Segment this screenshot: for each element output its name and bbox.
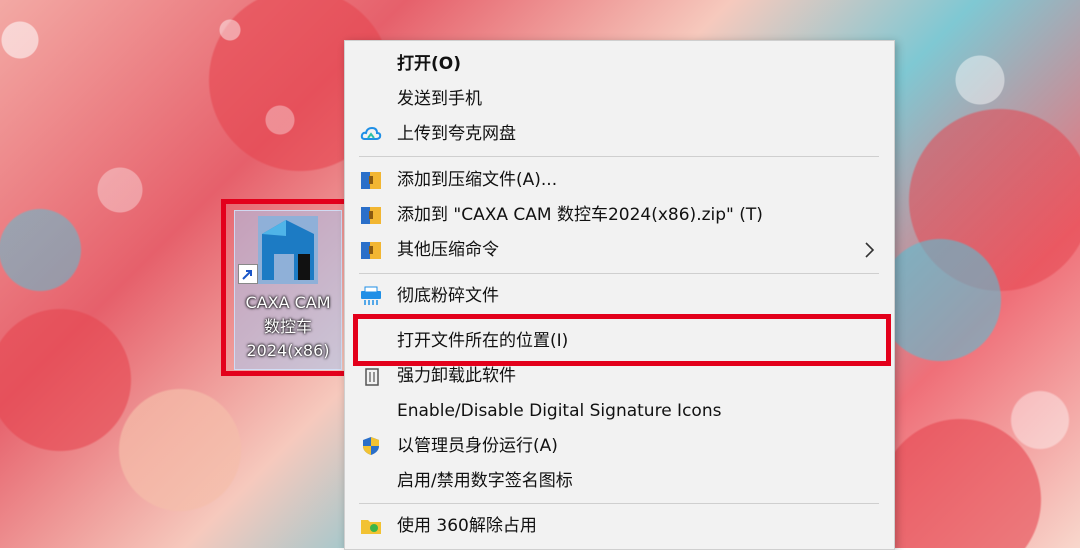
desktop-icon-label-line: 2024(x86)	[246, 341, 330, 360]
menu-separator	[359, 503, 879, 504]
menu-item-send-to-phone[interactable]: 发送到手机	[345, 84, 894, 114]
desktop-icon-label-line: CAXA CAM	[245, 293, 331, 312]
desktop-icon-label: CAXA CAM 数控车 2024(x86)	[235, 291, 341, 363]
menu-item-360-unlock[interactable]: 使用 360解除占用	[345, 511, 894, 541]
shield-icon	[363, 437, 379, 455]
menu-item-add-to-archive[interactable]: 添加到压缩文件(A)...	[345, 165, 894, 195]
menu-item-label: 使用 360解除占用	[397, 516, 537, 536]
shortcut-arrow-icon	[238, 264, 258, 284]
cloud-upload-icon	[360, 126, 382, 140]
menu-item-toggle-signature-icons[interactable]: 启用/禁用数字签名图标	[345, 466, 894, 496]
folder-360-icon	[361, 520, 381, 534]
menu-item-open[interactable]: 打开(O)	[345, 49, 894, 79]
menu-item-digital-signature-icons[interactable]: Enable/Disable Digital Signature Icons	[345, 396, 894, 426]
menu-separator	[359, 273, 879, 274]
menu-item-label: 添加到压缩文件(A)...	[397, 170, 558, 190]
menu-item-other-compress[interactable]: 其他压缩命令	[345, 235, 894, 265]
menu-item-label: 发送到手机	[397, 89, 482, 109]
menu-item-run-as-admin[interactable]: 以管理员身份运行(A)	[345, 431, 894, 461]
menu-item-label: Enable/Disable Digital Signature Icons	[397, 401, 722, 421]
menu-item-label: 启用/禁用数字签名图标	[397, 471, 573, 491]
archive-icon	[361, 207, 381, 224]
uninstall-icon	[365, 368, 379, 386]
chevron-right-icon	[865, 242, 875, 258]
menu-item-label: 上传到夸克网盘	[397, 124, 516, 144]
desktop-shortcut-caxa-cam[interactable]: CAXA CAM 数控车 2024(x86)	[234, 210, 342, 370]
menu-item-label: 彻底粉碎文件	[397, 286, 499, 306]
menu-item-label: 其他压缩命令	[397, 240, 499, 260]
desktop-icon-label-line: 数控车	[263, 317, 312, 336]
menu-item-add-to-zip[interactable]: 添加到 "CAXA CAM 数控车2024(x86).zip" (T)	[345, 200, 894, 230]
desktop-icon-highlight-box: CAXA CAM 数控车 2024(x86)	[221, 199, 353, 376]
archive-icon	[361, 172, 381, 189]
menu-item-shred-file[interactable]: 彻底粉碎文件	[345, 281, 894, 311]
caxa-app-icon	[258, 216, 318, 284]
menu-separator	[359, 156, 879, 157]
shredder-icon	[361, 286, 381, 305]
context-menu: 打开(O) 发送到手机 上传到夸克网盘 添加到压缩文件(A)... 添加到 "C…	[344, 40, 895, 550]
menu-item-upload-quark[interactable]: 上传到夸克网盘	[345, 119, 894, 149]
menu-item-label: 添加到 "CAXA CAM 数控车2024(x86).zip" (T)	[397, 205, 763, 225]
archive-icon	[361, 242, 381, 259]
menu-item-label: 以管理员身份运行(A)	[397, 436, 558, 456]
menu-item-label: 打开(O)	[397, 54, 461, 74]
menu-item-highlight-box	[353, 314, 891, 366]
